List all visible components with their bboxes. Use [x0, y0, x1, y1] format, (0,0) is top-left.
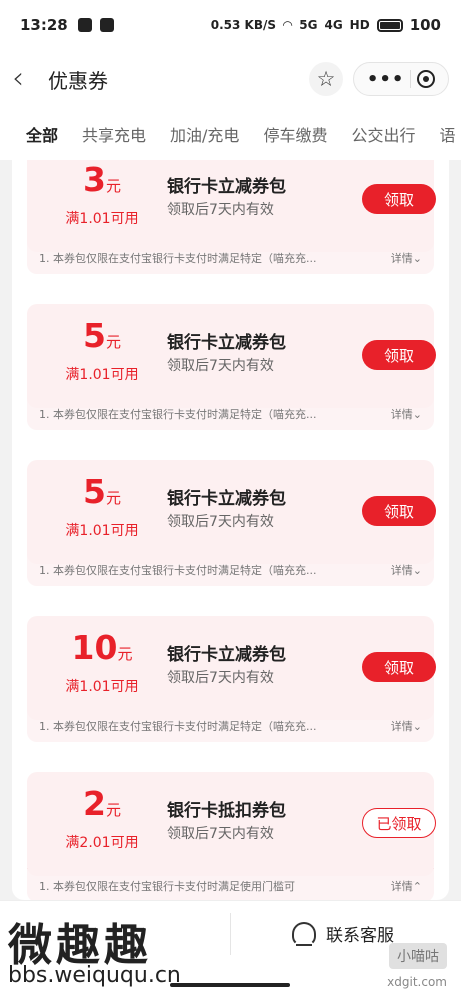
- coupon-condition: 满1.01可用: [65, 523, 139, 539]
- headset-icon: [292, 921, 316, 946]
- coupon-main: 5元 满1.01可用 银行卡立减券包 领取后7天内有效 领取: [27, 460, 436, 564]
- category-tabs: 全部 共享充电 加油/充电 停车缴费 公交出行 语: [0, 108, 461, 160]
- claimed-button[interactable]: 已领取: [362, 808, 436, 838]
- bottom-bar: 微趣趣 bbs.weiququ.cn 联系客服 小喵咕 xdgit.com: [0, 900, 461, 1000]
- chevron-up-icon: ⌃: [412, 879, 422, 893]
- coupon-main: 2元 满2.01可用 银行卡抵扣券包 领取后7天内有效 已领取: [27, 772, 436, 876]
- coupon-title: 银行卡立减券包: [167, 333, 286, 353]
- coupon-list: 1. 本券包仅限在支付宝银行卡支付时满足特定（喵充充... 详情⌄ 3元 满1.…: [12, 160, 449, 900]
- watermark-badge: 小喵咕: [389, 943, 447, 969]
- customer-service-button[interactable]: 联系客服: [292, 921, 394, 946]
- coupon-title: 银行卡立减券包: [167, 489, 286, 509]
- claim-button[interactable]: 领取: [362, 496, 436, 526]
- chevron-left-icon[interactable]: ‹: [12, 64, 42, 94]
- star-icon[interactable]: ☆: [309, 62, 343, 96]
- claim-button[interactable]: 领取: [362, 652, 436, 682]
- tab-all[interactable]: 全部: [26, 122, 58, 146]
- bottom-divider: [230, 913, 231, 955]
- tab-transit[interactable]: 公交出行: [351, 122, 415, 146]
- shield-icon: [77, 18, 92, 32]
- coupon-amount: 3元: [83, 160, 121, 199]
- watermark-site: xdgit.com: [387, 975, 447, 989]
- coupon-amount: 10元: [71, 628, 133, 667]
- more-dots-icon[interactable]: •••: [367, 69, 405, 90]
- coupon-validity: 领取后7天内有效: [167, 202, 274, 218]
- coupon-title: 银行卡抵扣券包: [167, 801, 286, 821]
- tab-more[interactable]: 语: [439, 122, 455, 146]
- coupon-validity: 领取后7天内有效: [167, 670, 274, 686]
- coupon-condition: 满1.01可用: [65, 211, 139, 227]
- coupon-amount: 5元: [83, 316, 121, 355]
- battery-icon: [376, 18, 403, 32]
- coupon-title: 银行卡立减券包: [167, 645, 286, 665]
- detail-toggle[interactable]: 详情⌃: [391, 878, 422, 894]
- signal-4g: 4G: [324, 18, 343, 32]
- claim-button[interactable]: 领取: [362, 184, 436, 214]
- coupon-amount: 5元: [83, 472, 121, 511]
- mail-icon: [99, 18, 114, 32]
- home-indicator[interactable]: [170, 983, 290, 987]
- tab-fuel-charging[interactable]: 加油/充电: [170, 122, 239, 146]
- status-right: 0.53 KB/S ◠ 5G 4G HD 100: [211, 16, 441, 34]
- coupon-note: 1. 本券包仅限在支付宝银行卡支付时满足使用门槛可: [39, 879, 295, 893]
- wifi-icon: ◠: [283, 18, 293, 32]
- coupon-condition: 满2.01可用: [65, 835, 139, 851]
- coupon-main: 3元 满1.01可用 银行卡立减券包 领取后7天内有效 领取: [27, 160, 436, 252]
- coupon-title: 银行卡立减券包: [167, 177, 286, 197]
- coupon-condition: 满1.01可用: [65, 367, 139, 383]
- coupon-validity: 领取后7天内有效: [167, 358, 274, 374]
- signal-5g: 5G: [299, 18, 318, 32]
- coupon-validity: 领取后7天内有效: [167, 514, 274, 530]
- coupon-main: 5元 满1.01可用 银行卡立减券包 领取后7天内有效 领取: [27, 304, 436, 408]
- net-speed: 0.53 KB/S: [210, 18, 277, 32]
- status-time: 13:28: [20, 16, 68, 34]
- status-bar: 13:28 0.53 KB/S ◠ 5G 4G HD 100: [0, 0, 461, 50]
- coupon-condition: 满1.01可用: [65, 679, 139, 695]
- battery-level: 100: [409, 16, 441, 34]
- nav-bar: ‹ 优惠券 ☆ •••: [0, 50, 461, 108]
- coupon-validity: 领取后7天内有效: [167, 826, 274, 842]
- capsule-divider: [410, 70, 412, 88]
- chevron-down-icon: ⌄: [412, 251, 422, 265]
- hd-indicator: HD: [349, 18, 370, 32]
- page-title: 优惠券: [48, 68, 108, 93]
- tab-shared-charging[interactable]: 共享充电: [82, 122, 146, 146]
- chevron-down-icon: ⌄: [412, 563, 422, 577]
- chevron-down-icon: ⌄: [412, 719, 422, 733]
- customer-service-label: 联系客服: [326, 926, 394, 946]
- watermark-url: bbs.weiququ.cn: [8, 963, 181, 988]
- coupon-amount: 2元: [83, 784, 121, 823]
- target-icon[interactable]: [417, 70, 436, 88]
- tab-parking[interactable]: 停车缴费: [263, 122, 327, 146]
- mini-program-capsule: •••: [353, 62, 449, 96]
- coupon-main: 10元 满1.01可用 银行卡立减券包 领取后7天内有效 领取: [27, 616, 436, 720]
- claim-button[interactable]: 领取: [362, 340, 436, 370]
- chevron-down-icon: ⌄: [412, 407, 422, 421]
